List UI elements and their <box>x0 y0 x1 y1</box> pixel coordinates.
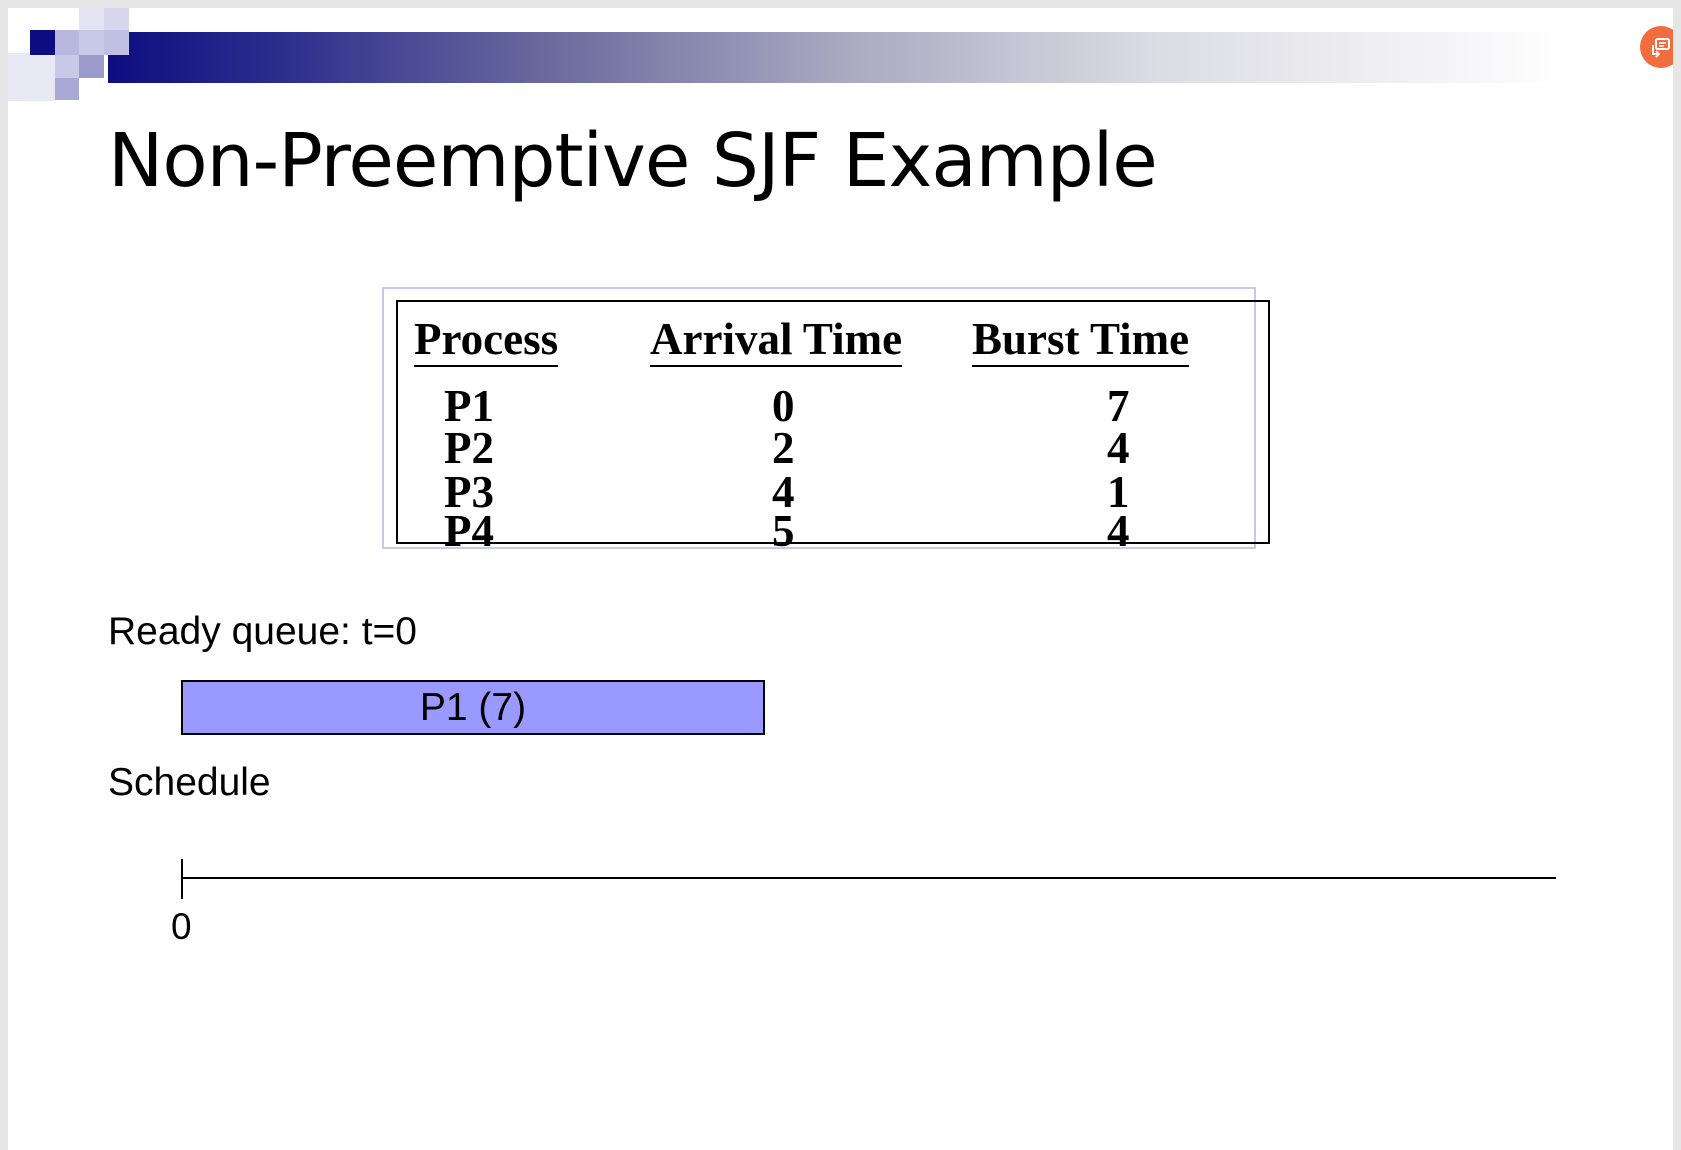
decor-square <box>8 53 55 101</box>
decor-square <box>55 55 79 78</box>
ready-queue-item: P1 (7) <box>181 680 765 735</box>
header-process: Process <box>414 315 559 368</box>
decor-square <box>55 78 79 100</box>
cell-arrival: 5 <box>772 506 795 556</box>
cell-process: P2 <box>444 423 494 473</box>
cell-burst: 4 <box>1107 506 1130 556</box>
schedule-label: Schedule <box>108 761 271 804</box>
decor-square <box>30 30 55 55</box>
cell-arrival: 2 <box>772 423 795 473</box>
cell-process: P4 <box>444 506 494 556</box>
ready-queue-label: Ready queue: t=0 <box>108 610 417 653</box>
process-table: Process Arrival Time Burst Time P1 0 7 P… <box>396 300 1270 554</box>
document-viewer: Non-Preemptive SJF Example Process Arriv… <box>0 0 1681 1150</box>
decor-square <box>55 30 79 55</box>
timeline-tick-label: 0 <box>171 906 192 947</box>
cell-burst: 4 <box>1107 423 1130 473</box>
decor-square <box>104 8 129 30</box>
comment-icon <box>1652 38 1670 58</box>
decor-square <box>104 30 129 55</box>
header-burst-time: Burst Time <box>972 315 1190 368</box>
decor-square <box>79 8 104 30</box>
slide: Non-Preemptive SJF Example Process Arriv… <box>8 8 1673 1150</box>
decor-square <box>79 30 104 55</box>
timeline-tick <box>181 859 183 899</box>
header-arrival-time: Arrival Time <box>650 315 903 368</box>
schedule-timeline <box>181 877 1556 879</box>
decor-square <box>79 55 104 78</box>
comment-button[interactable] <box>1640 26 1673 68</box>
ready-queue-item-label: P1 (7) <box>419 685 527 729</box>
title-banner <box>108 32 1568 83</box>
slide-title: Non-Preemptive SJF Example <box>108 118 1158 204</box>
